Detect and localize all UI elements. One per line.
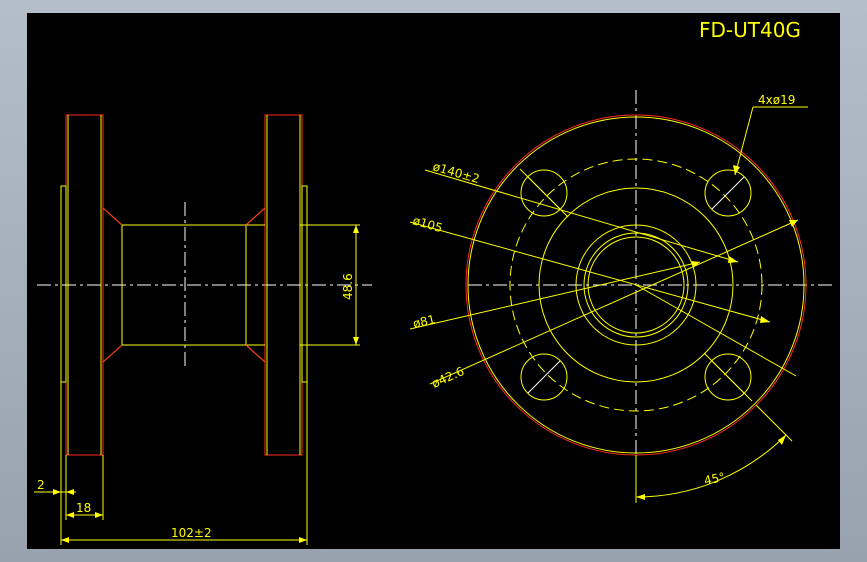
label-bore: ø42.6 [430, 364, 467, 391]
right-hub-outline-top [245, 207, 266, 226]
dim-flange-arrow-right [95, 512, 103, 518]
leader-45 [635, 284, 797, 377]
leader-face-arrow [760, 316, 770, 323]
leader-pcd-arrow [728, 256, 738, 263]
dim-height-label: 48.6 [341, 273, 355, 300]
cad-canvas[interactable]: FD-UT40G 48.6 2 18 102±2 4xø19 ø140±2 ø1… [27, 13, 840, 549]
dim-length-arrow-left [61, 537, 69, 543]
dim-flange-arrow-left [66, 512, 74, 518]
right-hub-outline-bottom [245, 344, 266, 363]
angle-arrow-right [778, 435, 786, 445]
bolt-hole-bl-axis [527, 360, 561, 394]
right-gasket [301, 185, 308, 383]
bolt-hole-br-diag [703, 352, 753, 402]
leader-bolt-holes-arrow [733, 165, 740, 175]
bolt-hole-tr-axis [711, 176, 745, 210]
side-view: 48.6 2 18 102±2 [34, 114, 372, 545]
angle-arc [635, 434, 787, 498]
label-bolt-holes: 4xø19 [758, 93, 795, 107]
drawing-svg: FD-UT40G 48.6 2 18 102±2 4xø19 ø140±2 ø1… [34, 18, 832, 545]
left-hub-outline-top [102, 207, 123, 226]
leader-face [409, 221, 771, 323]
dim-flange-label: 18 [76, 501, 91, 515]
window-frame: FD-UT40G 48.6 2 18 102±2 4xø19 ø140±2 ø1… [0, 0, 867, 562]
dim-gasket-arrow-right [66, 489, 74, 495]
label-angle: 45° [703, 470, 727, 488]
front-view: 4xø19 ø140±2 ø105 ø81 ø42.6 45° [409, 90, 832, 503]
dim-height-arrow-top [353, 225, 359, 233]
label-face: ø105 [411, 213, 444, 235]
label-pcd: ø140±2 [431, 159, 481, 186]
leader-raised-face [409, 261, 701, 330]
leader-bolt-holes [734, 106, 754, 176]
dim-length-arrow-right [299, 537, 307, 543]
dim-gasket-arrow-left [53, 489, 61, 495]
left-gasket [60, 185, 67, 383]
dim-length-label: 102±2 [171, 526, 212, 540]
label-raised-face: ø81 [412, 312, 437, 331]
drawing-title: FD-UT40G [699, 18, 801, 42]
dim-gasket-label: 2 [37, 478, 45, 492]
left-hub-outline-bottom [102, 344, 123, 363]
angle-arrow-left [636, 494, 645, 500]
dim-height-arrow-bottom [353, 337, 359, 345]
angle-ext-diagonal [755, 404, 793, 442]
